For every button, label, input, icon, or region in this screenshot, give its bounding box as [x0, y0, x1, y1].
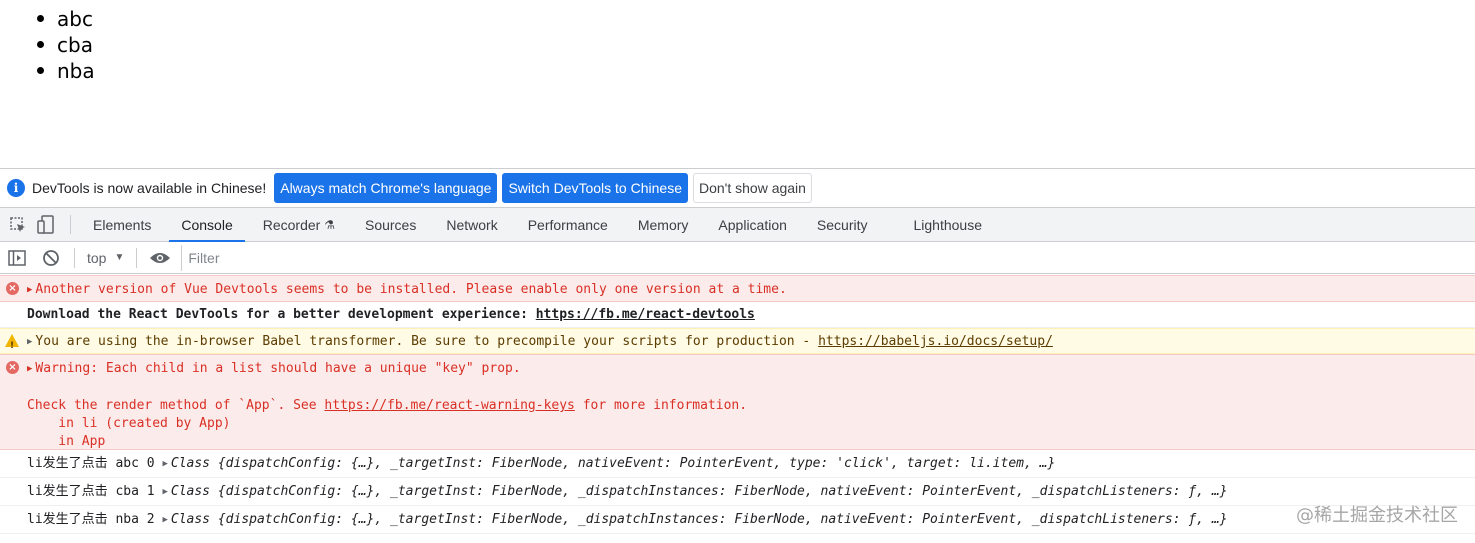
tab-lighthouse[interactable]: Lighthouse [902, 208, 995, 241]
match-language-button[interactable]: Always match Chrome's language [274, 173, 498, 203]
tab-application[interactable]: Application [706, 208, 799, 241]
stack-line: in App [27, 434, 106, 449]
log-prefix: li发生了点击 cba 1 [27, 484, 163, 499]
device-toolbar-icon[interactable] [32, 208, 60, 241]
eye-icon[interactable] [143, 242, 177, 274]
item-list: abc cba nba [37, 6, 1475, 84]
sidebar-toggle-icon[interactable] [0, 242, 34, 274]
log-prefix: li发生了点击 abc 0 [27, 456, 163, 471]
list-item[interactable]: cba [37, 32, 1475, 58]
message-text: Warning: Each child in a list should hav… [35, 361, 521, 376]
expand-triangle-icon[interactable]: ▶ [27, 364, 32, 374]
dropdown-caret-icon: ▼ [114, 252, 125, 263]
error-icon: × [6, 361, 19, 374]
log-object[interactable]: Class {dispatchConfig: {…}, _targetInst:… [171, 512, 1228, 527]
infobar-message: DevTools is now available in Chinese! [32, 180, 267, 196]
error-icon: × [6, 282, 19, 295]
devtools-tabbar: Elements Console Recorder ⚗ Sources Netw… [0, 208, 1475, 242]
watermark: @稀土掘金技术社区 [1296, 505, 1458, 526]
console-error-message[interactable]: × ▶ Another version of Vue Devtools seems… [0, 275, 1475, 302]
expand-triangle-icon[interactable]: ▶ [162, 459, 167, 469]
page-content: abc cba nba [0, 0, 1475, 168]
tab-security[interactable]: Security [805, 208, 880, 241]
switch-chinese-button[interactable]: Switch DevTools to Chinese [502, 173, 688, 203]
list-item[interactable]: abc [37, 6, 1475, 32]
babel-setup-link[interactable]: https://babeljs.io/docs/setup/ [818, 334, 1053, 349]
tab-console[interactable]: Console [169, 208, 246, 242]
tab-performance[interactable]: Performance [516, 208, 620, 241]
tab-recorder-label: Recorder [262, 216, 321, 233]
inspect-element-icon[interactable] [4, 208, 32, 241]
message-text: Another version of Vue Devtools seems to… [35, 282, 787, 297]
devtools-infobar: i DevTools is now available in Chinese! … [0, 168, 1475, 208]
context-label: top [87, 249, 107, 266]
flask-icon: ⚗ [324, 217, 335, 232]
clear-console-icon[interactable] [34, 242, 68, 274]
filter-input[interactable]: Filter [181, 244, 1475, 271]
tab-recorder[interactable]: Recorder ⚗ [251, 208, 347, 241]
info-icon: i [7, 179, 25, 197]
expand-triangle-icon[interactable]: ▶ [162, 515, 167, 525]
expand-triangle-icon[interactable]: ▶ [27, 285, 32, 295]
stack-line: in li (created by App) [27, 416, 231, 431]
expand-triangle-icon[interactable]: ▶ [162, 487, 167, 497]
tab-sources[interactable]: Sources [353, 208, 428, 241]
log-object[interactable]: Class {dispatchConfig: {…}, _targetInst:… [171, 484, 1228, 499]
log-object[interactable]: Class {dispatchConfig: {…}, _targetInst:… [171, 456, 1055, 471]
react-devtools-link[interactable]: https://fb.me/react-devtools [536, 307, 755, 322]
warning-mark: ! [10, 341, 15, 351]
react-warning-keys-link[interactable]: https://fb.me/react-warning-keys [324, 398, 574, 413]
console-error-message[interactable]: × ▶ Warning: Each child in a list should … [0, 354, 1475, 450]
expand-triangle-icon[interactable]: ▶ [27, 337, 32, 347]
toolbar-divider [136, 247, 138, 268]
list-item[interactable]: nba [37, 58, 1475, 84]
context-selector[interactable]: top ▼ [81, 250, 130, 266]
log-prefix: li发生了点击 nba 2 [27, 512, 163, 527]
tab-memory[interactable]: Memory [626, 208, 701, 241]
toolbar-divider [70, 215, 71, 234]
console-warning-message[interactable]: ! ▶ You are using the in-browser Babel tr… [0, 328, 1475, 354]
console-toolbar: top ▼ Filter [0, 242, 1475, 274]
tab-elements[interactable]: Elements [81, 208, 163, 241]
dont-show-again-button[interactable]: Don't show again [692, 173, 812, 203]
message-text: You are using the in-browser Babel trans… [35, 334, 819, 349]
message-text: for more information. [574, 398, 748, 413]
console-log-message[interactable]: li发生了点击 abc 0 ▶ Class {dispatchConfig: {…… [0, 450, 1475, 478]
console-log-message: Download the React DevTools for a better… [0, 302, 1475, 328]
console-log-message[interactable]: li发生了点击 cba 1 ▶ Class {dispatchConfig: {…… [0, 478, 1475, 506]
toolbar-divider [74, 247, 75, 268]
message-text: Download the React DevTools for a better… [27, 307, 536, 322]
tab-network[interactable]: Network [434, 208, 509, 241]
console-messages: × ▶ Another version of Vue Devtools seems… [0, 275, 1475, 534]
console-log-message[interactable]: li发生了点击 nba 2 ▶ Class {dispatchConfig: {…… [0, 506, 1475, 534]
message-text: Check the render method of `App`. See [27, 398, 325, 413]
